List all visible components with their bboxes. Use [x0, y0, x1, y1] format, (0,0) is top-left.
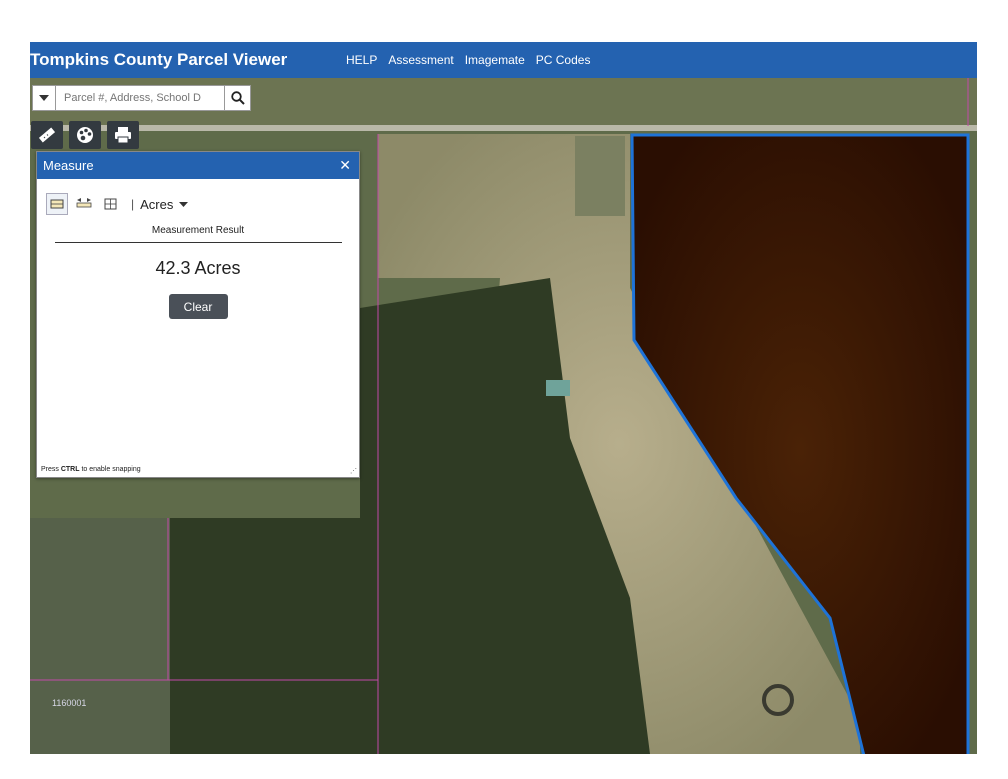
measure-tool-row: | Acres — [46, 193, 359, 215]
basemap-gallery-button[interactable] — [69, 121, 101, 149]
search-dropdown-button[interactable] — [32, 85, 56, 111]
chevron-down-icon — [179, 201, 189, 207]
clear-button[interactable]: Clear — [168, 294, 228, 319]
building — [546, 380, 570, 396]
search-input[interactable] — [56, 85, 225, 111]
nav-link-imagemate[interactable]: Imagemate — [465, 53, 525, 67]
app-header: Tompkins County Parcel Viewer HELP Asses… — [30, 42, 977, 78]
parcel-viewer-window: Tompkins County Parcel Viewer HELP Asses… — [30, 42, 977, 754]
search-button[interactable] — [225, 85, 251, 111]
map-toolbar — [31, 121, 139, 149]
chevron-down-icon — [39, 95, 49, 101]
forest-clearing — [30, 518, 170, 754]
hint-suffix: to enable snapping — [79, 466, 141, 473]
nav-link-help[interactable]: HELP — [346, 53, 377, 67]
search-icon — [230, 91, 245, 105]
area-icon — [50, 199, 64, 209]
divider — [54, 242, 342, 243]
homestead-lot — [575, 136, 625, 216]
measure-panel-header: Measure ✕ — [37, 152, 359, 179]
parcel-id-label: 1160001 — [52, 698, 87, 708]
road — [30, 125, 977, 131]
basemap-gallery-icon — [77, 127, 93, 143]
hint-key: CTRL — [60, 466, 80, 473]
nav-link-assessment[interactable]: Assessment — [388, 53, 453, 67]
print-button[interactable] — [107, 121, 139, 149]
measure-panel-title: Measure — [43, 158, 94, 173]
tool-separator: | — [131, 197, 135, 211]
nav-link-pc-codes[interactable]: PC Codes — [536, 53, 591, 67]
resize-handle[interactable]: ⋰ — [350, 467, 357, 475]
print-icon — [115, 127, 131, 144]
distance-icon — [76, 198, 92, 208]
search-bar — [32, 85, 251, 111]
result-label: Measurement Result — [151, 225, 245, 236]
hint-prefix: Press — [41, 466, 61, 473]
measurement-result: 42.3 Acres — [155, 258, 241, 278]
location-measure-button[interactable] — [100, 193, 122, 215]
app-title: Tompkins County Parcel Viewer — [30, 50, 288, 69]
unit-dropdown[interactable]: Acres — [140, 196, 189, 212]
unit-label: Acres — [140, 196, 174, 212]
measure-tool-button[interactable] — [31, 121, 63, 149]
location-icon — [104, 198, 117, 210]
measure-icon — [38, 127, 56, 143]
close-icon[interactable]: ✕ — [339, 157, 351, 174]
snapping-hint: Press CTRL to enable snapping — [41, 466, 141, 473]
area-measure-button[interactable] — [46, 193, 68, 215]
measure-panel: Measure ✕ | Acres Measurement Result 42.… — [36, 151, 360, 478]
distance-measure-button[interactable] — [73, 193, 95, 215]
